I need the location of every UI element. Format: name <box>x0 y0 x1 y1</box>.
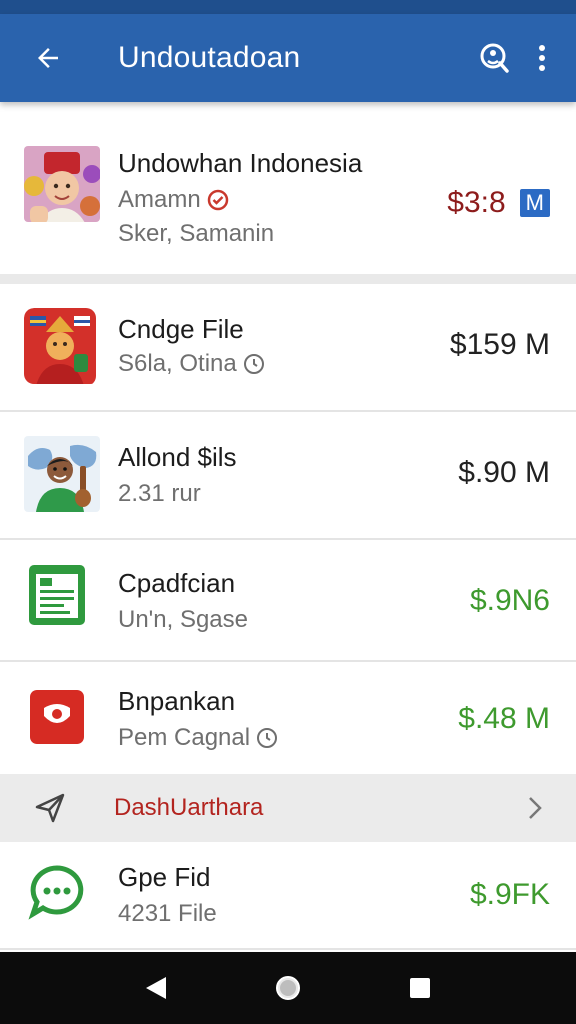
nav-recents-button[interactable] <box>390 958 450 1018</box>
search-chat-icon <box>480 43 509 73</box>
item-owner-text: Amamn <box>118 186 201 213</box>
nav-home-button[interactable] <box>258 958 318 1018</box>
item-price: $.48 M <box>458 702 550 735</box>
item-subtitle: S6la, Otina <box>118 350 265 378</box>
nav-back-button[interactable] <box>126 958 186 1018</box>
item-subtitle: 4231 File <box>118 900 217 927</box>
item-subtitle-text: S6la, Otina <box>118 350 237 377</box>
spreadsheet-icon <box>29 565 85 625</box>
item-price: $3:8 M <box>447 186 550 220</box>
system-nav-bar <box>0 952 576 1024</box>
list-item[interactable]: Bnpankan Pem Cagnal $.48 M <box>0 662 576 776</box>
divider <box>0 948 576 950</box>
more-options-button[interactable] <box>524 34 560 82</box>
item-badge: M <box>519 189 550 217</box>
item-thumbnail <box>24 308 100 384</box>
nav-back-icon <box>146 977 166 999</box>
item-thumbnail <box>28 564 86 626</box>
verified-badge-icon <box>207 189 228 211</box>
item-subtitle: Un'n, Sgase <box>118 606 248 633</box>
item-price: $.9N6 <box>469 584 550 617</box>
clock-icon <box>243 354 264 374</box>
app-bar: Undoutadoan <box>0 14 576 102</box>
nav-recents-icon <box>410 978 430 998</box>
item-thumbnail <box>28 864 86 922</box>
send-icon <box>30 788 70 828</box>
list-item[interactable]: Gpe Fid 4231 File $.9FK <box>0 842 576 948</box>
file-list: Undowhan Indonesia Amamn Sker, Samanin $… <box>0 102 576 950</box>
item-subtitle: 2.31 rur <box>118 480 201 507</box>
item-price: $159 M <box>449 328 550 361</box>
item-name: Cndge File <box>118 314 244 344</box>
item-thumbnail <box>24 146 100 222</box>
dash-banner[interactable]: DashUarthara <box>0 774 576 842</box>
list-item[interactable]: Undowhan Indonesia Amamn Sker, Samanin $… <box>0 102 576 274</box>
search-button[interactable] <box>470 34 518 82</box>
item-owner: Amamn <box>118 186 229 214</box>
item-price: $.90 M <box>458 456 550 489</box>
list-item[interactable]: Cpadfcian Un'n, Sgase $.9N6 <box>0 540 576 660</box>
section-gap <box>0 274 576 284</box>
page-title: Undoutadoan <box>118 41 301 74</box>
nav-home-icon <box>276 976 300 1000</box>
item-name: Gpe Fid <box>118 862 211 892</box>
banner-label: DashUarthara <box>114 794 264 821</box>
chevron-right-icon <box>520 788 550 828</box>
item-price-value: $3:8 <box>447 186 506 219</box>
list-item[interactable]: Cndge File S6la, Otina $159 M <box>0 284 576 412</box>
item-name: Allond $ils <box>118 442 237 472</box>
item-subtitle-text: Pem Cagnal <box>118 724 251 751</box>
item-name: Cpadfcian <box>118 568 236 598</box>
clock-icon <box>257 728 278 748</box>
back-button[interactable] <box>24 34 72 82</box>
item-name: Bnpankan <box>118 686 236 716</box>
item-subtitle: Pem Cagnal <box>118 724 278 752</box>
pdf-file-icon <box>30 690 84 744</box>
status-bar <box>0 0 576 14</box>
arrow-back-icon <box>38 48 58 68</box>
chat-bubble-icon <box>28 865 84 920</box>
item-price: $.9FK <box>469 878 550 911</box>
more-vert-icon <box>539 45 545 71</box>
item-subtitle: Sker, Samanin <box>118 220 275 247</box>
item-thumbnail <box>24 436 100 512</box>
item-thumbnail <box>30 690 84 744</box>
list-item[interactable]: Allond $ils 2.31 rur $.90 M <box>0 412 576 538</box>
item-name: Undowhan Indonesia <box>118 148 363 178</box>
